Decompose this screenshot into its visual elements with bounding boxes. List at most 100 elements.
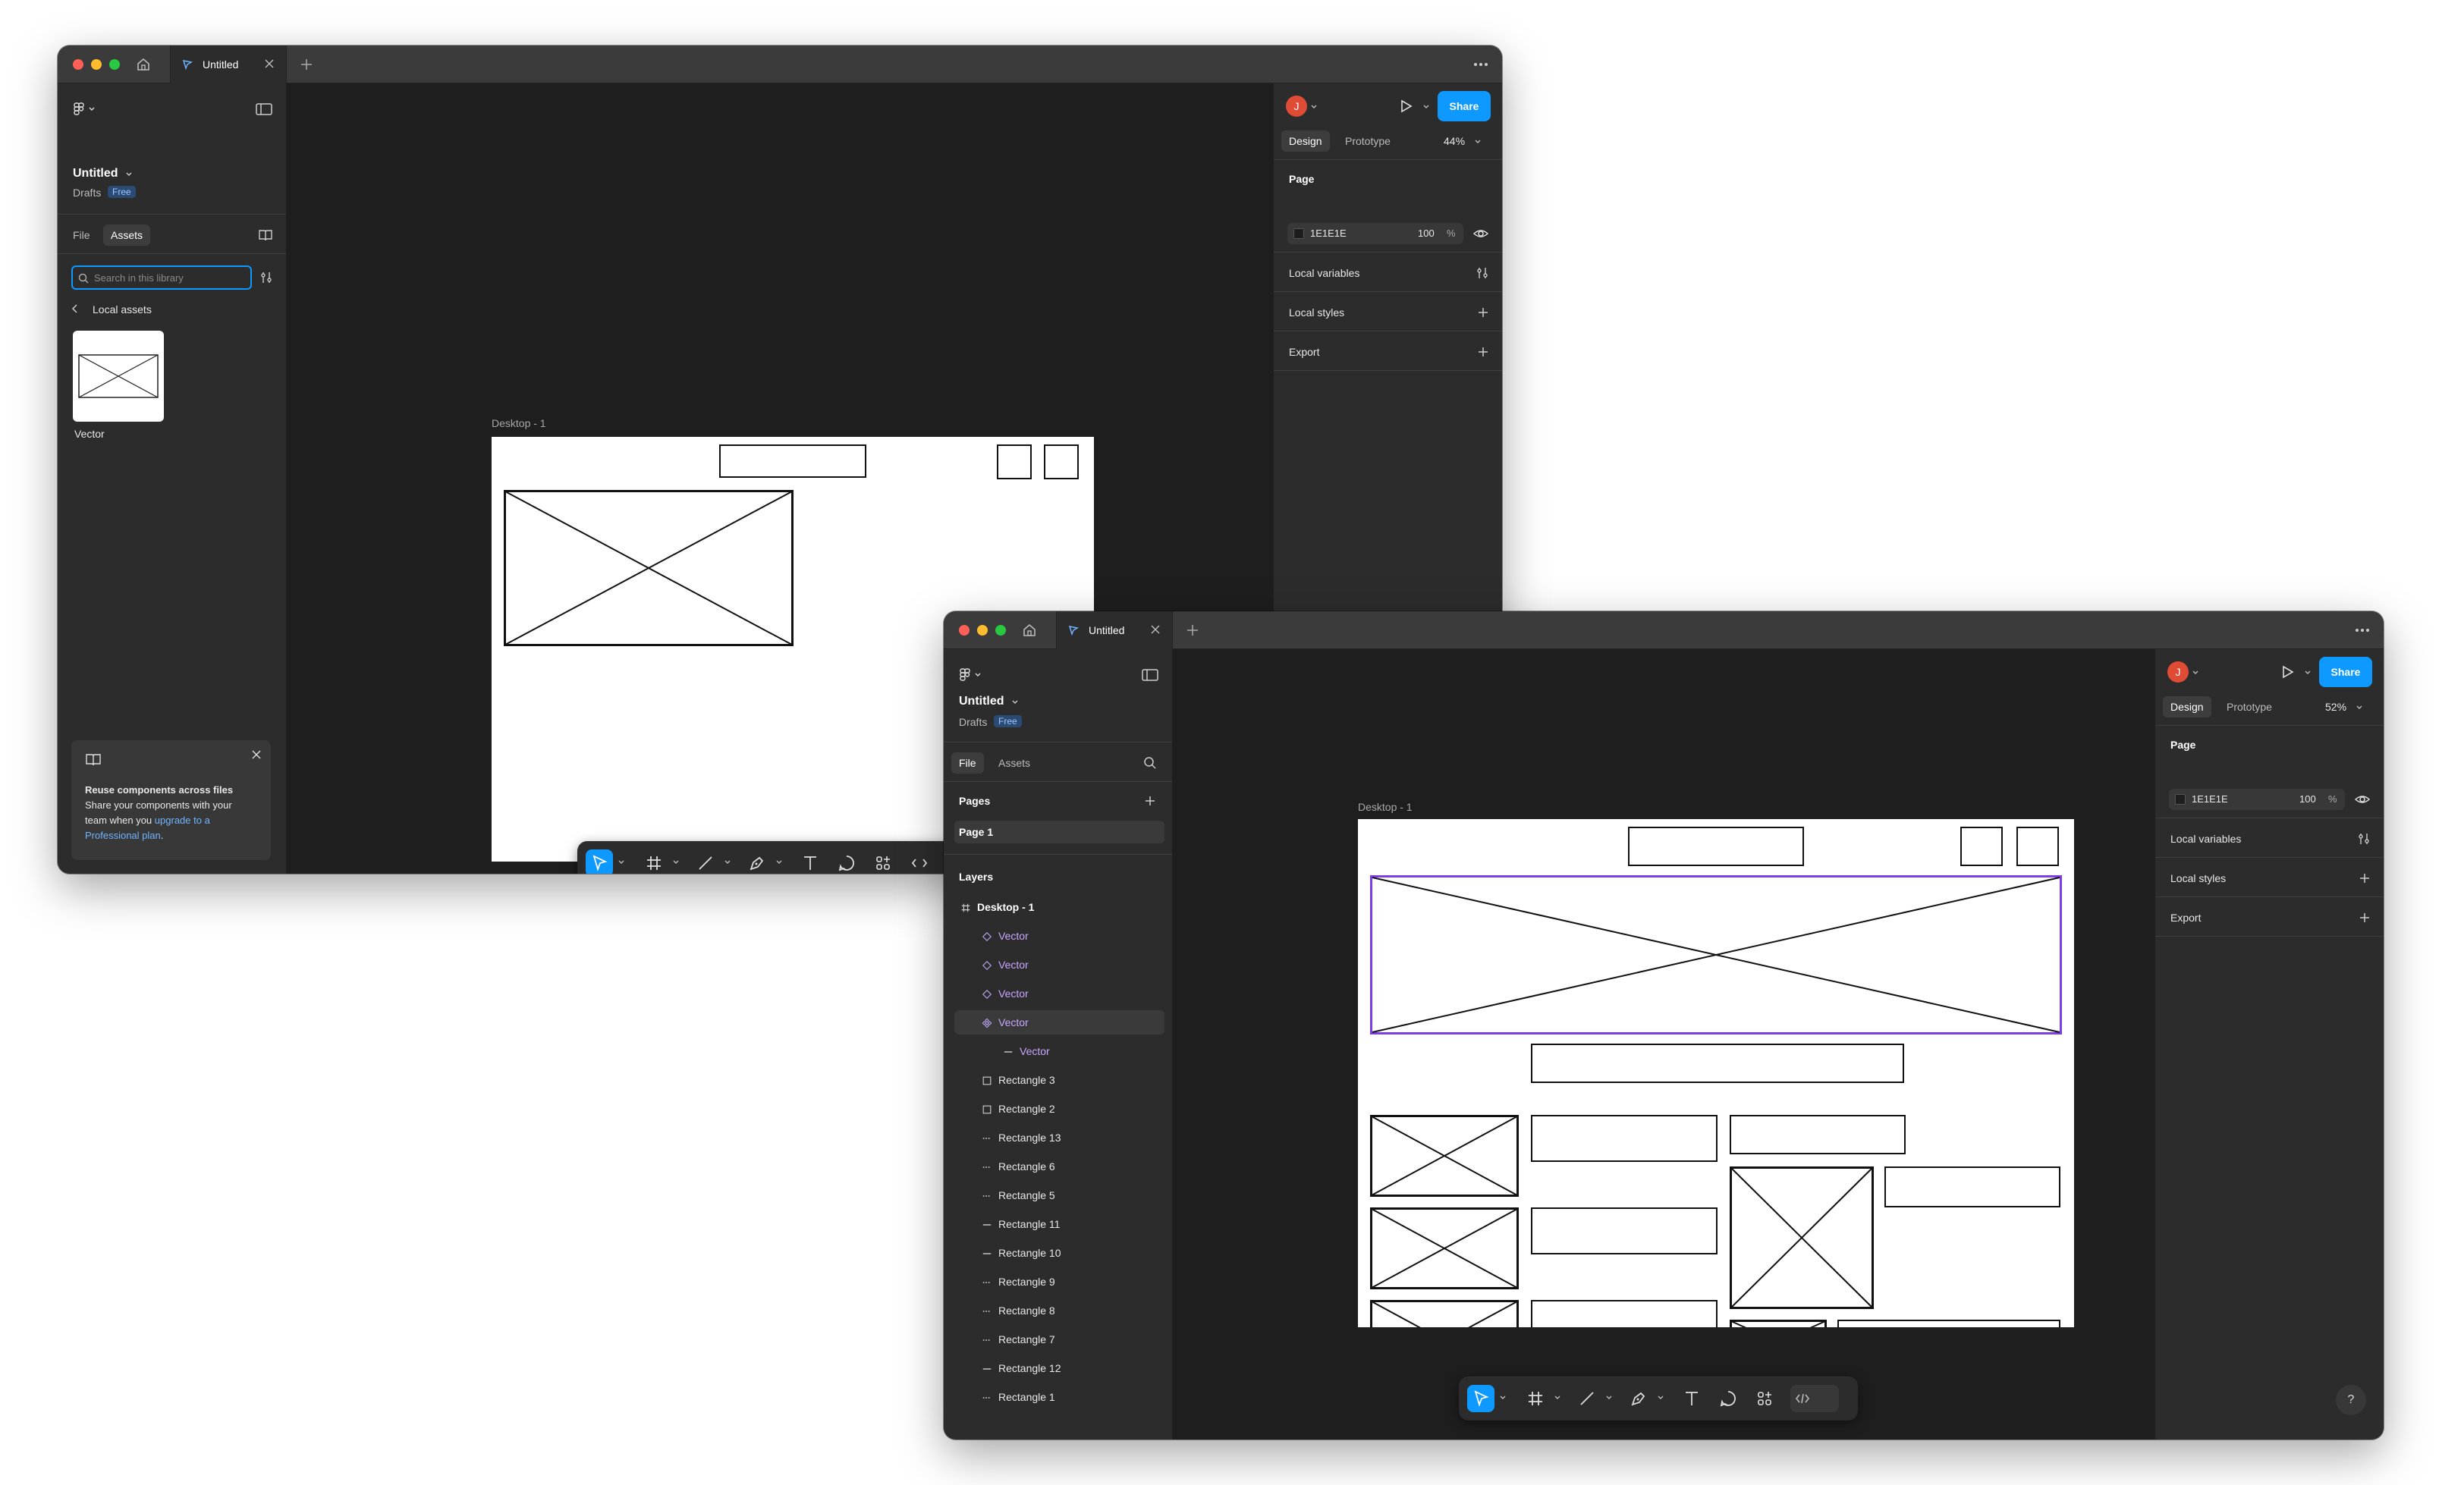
page-color-field[interactable]: 1E1E1E 100 %: [2169, 789, 2345, 810]
file-name[interactable]: Untitled: [73, 167, 118, 181]
home-icon[interactable]: [134, 55, 153, 74]
zoom-level[interactable]: 44%: [1444, 135, 1465, 147]
asset-thumbnail-vector[interactable]: [73, 331, 164, 422]
file-location[interactable]: Drafts: [959, 716, 987, 728]
chevron-down-icon[interactable]: [2356, 704, 2363, 711]
plus-icon[interactable]: [2357, 910, 2372, 925]
tab-file[interactable]: File: [951, 752, 984, 774]
actions-tool-icon[interactable]: [869, 849, 897, 874]
local-assets-heading[interactable]: Local assets: [93, 303, 152, 316]
layer-row[interactable]: Vector: [954, 953, 1164, 977]
share-button[interactable]: Share: [1438, 91, 1491, 121]
local-variables-heading[interactable]: Local variables: [1289, 267, 1359, 279]
layer-row[interactable]: Rectangle 8: [954, 1298, 1164, 1323]
share-button[interactable]: Share: [2319, 657, 2372, 687]
wire-image-placeholder[interactable]: [504, 490, 794, 646]
wire-headline-bar[interactable]: [1531, 1044, 1904, 1083]
zoom-window-button[interactable]: [995, 625, 1006, 636]
eye-icon[interactable]: [1472, 226, 1489, 241]
chevron-down-icon[interactable]: [724, 859, 731, 866]
comment-tool-icon[interactable]: [833, 849, 860, 874]
tab-prototype[interactable]: Prototype: [1337, 130, 1398, 152]
filter-icon[interactable]: [259, 270, 275, 285]
wire-nav-bar[interactable]: [719, 444, 866, 478]
sidebar-toggle-icon[interactable]: [255, 102, 273, 117]
local-styles-heading[interactable]: Local styles: [1289, 306, 1344, 319]
home-icon[interactable]: [1020, 620, 1039, 640]
wire-text-box[interactable]: [1884, 1166, 2060, 1207]
plus-icon[interactable]: [299, 57, 314, 72]
layer-row[interactable]: Rectangle 2: [954, 1097, 1164, 1121]
plus-icon[interactable]: [2357, 871, 2372, 886]
layer-row[interactable]: Desktop - 1: [954, 895, 1164, 919]
chevron-left-icon[interactable]: [70, 303, 80, 314]
wire-hero-image-selected[interactable]: [1370, 875, 2062, 1034]
avatar[interactable]: J: [2167, 661, 2189, 683]
chevron-down-icon[interactable]: [1422, 103, 1430, 111]
layer-row[interactable]: Vector: [954, 1010, 1164, 1034]
close-window-button[interactable]: [959, 625, 970, 636]
move-tool-icon[interactable]: [1467, 1385, 1494, 1412]
wire-text-box[interactable]: [1531, 1300, 1718, 1327]
layer-row[interactable]: Rectangle 3: [954, 1068, 1164, 1092]
export-heading[interactable]: Export: [2170, 912, 2201, 924]
layer-row[interactable]: Rectangle 12: [954, 1356, 1164, 1380]
page-color-field[interactable]: 1E1E1E 100 %: [1287, 223, 1463, 244]
avatar[interactable]: J: [1286, 96, 1307, 117]
dev-mode-toggle[interactable]: [1790, 1385, 1839, 1412]
play-icon[interactable]: [2278, 663, 2296, 681]
zoom-level[interactable]: 52%: [2325, 701, 2346, 713]
minimize-window-button[interactable]: [977, 625, 988, 636]
export-heading[interactable]: Export: [1289, 346, 1319, 358]
variables-icon[interactable]: [2357, 831, 2372, 846]
line-tool-icon[interactable]: [692, 849, 719, 874]
plus-icon[interactable]: [1185, 623, 1200, 638]
wire-icon-box[interactable]: [1044, 444, 1079, 479]
file-name[interactable]: Untitled: [959, 695, 1004, 708]
chevron-down-icon[interactable]: [1474, 138, 1482, 146]
wire-small-image[interactable]: [1730, 1320, 1827, 1327]
chevron-down-icon[interactable]: [1310, 103, 1318, 111]
sidebar-toggle-icon[interactable]: [1141, 667, 1159, 683]
more-icon[interactable]: [2353, 623, 2371, 638]
frame-desktop-1[interactable]: [1358, 819, 2074, 1327]
eye-icon[interactable]: [2354, 792, 2371, 807]
page-color-hex[interactable]: 1E1E1E: [2192, 793, 2228, 805]
layer-row[interactable]: Rectangle 1: [954, 1385, 1164, 1409]
play-icon[interactable]: [1397, 97, 1415, 115]
tab-untitled[interactable]: Untitled: [170, 46, 287, 83]
chevron-down-icon[interactable]: [2304, 669, 2312, 677]
page-item-page-1[interactable]: Page 1: [954, 821, 1164, 843]
chevron-down-icon[interactable]: [618, 859, 625, 866]
chevron-down-icon[interactable]: [1499, 1394, 1507, 1402]
page-opacity[interactable]: 100: [2299, 793, 2316, 805]
chevron-down-icon[interactable]: [775, 859, 783, 866]
chevron-down-icon[interactable]: [1010, 698, 1020, 707]
minimize-window-button[interactable]: [91, 59, 102, 70]
layer-row[interactable]: Vector: [954, 1039, 1164, 1063]
actions-tool-icon[interactable]: [1751, 1385, 1778, 1412]
layer-row[interactable]: Rectangle 7: [954, 1327, 1164, 1352]
chevron-down-icon[interactable]: [1657, 1394, 1664, 1402]
layer-row[interactable]: Rectangle 11: [954, 1212, 1164, 1236]
canvas[interactable]: Desktop - 1: [1173, 649, 2154, 1439]
layer-row[interactable]: Rectangle 5: [954, 1183, 1164, 1207]
plus-icon[interactable]: [1476, 305, 1491, 320]
chevron-down-icon[interactable]: [1605, 1394, 1613, 1402]
frame-label[interactable]: Desktop - 1: [1358, 801, 1413, 813]
asset-search-input[interactable]: Search in this library: [71, 265, 252, 290]
frame-tool-icon[interactable]: [640, 849, 668, 874]
tab-file[interactable]: File: [65, 224, 98, 246]
plus-icon[interactable]: [1476, 344, 1491, 359]
variables-icon[interactable]: [1476, 265, 1491, 281]
wire-text-box[interactable]: [1837, 1320, 2060, 1327]
wire-icon-box[interactable]: [1960, 827, 2003, 866]
help-button[interactable]: ?: [2336, 1385, 2366, 1415]
wire-card-image[interactable]: [1370, 1115, 1519, 1197]
pen-tool-icon[interactable]: [1625, 1385, 1652, 1412]
wire-nav-bar[interactable]: [1628, 827, 1804, 866]
wire-icon-box[interactable]: [2016, 827, 2059, 866]
pen-tool-icon[interactable]: [743, 849, 771, 874]
text-tool-icon[interactable]: [797, 849, 824, 874]
library-icon[interactable]: [258, 228, 273, 243]
